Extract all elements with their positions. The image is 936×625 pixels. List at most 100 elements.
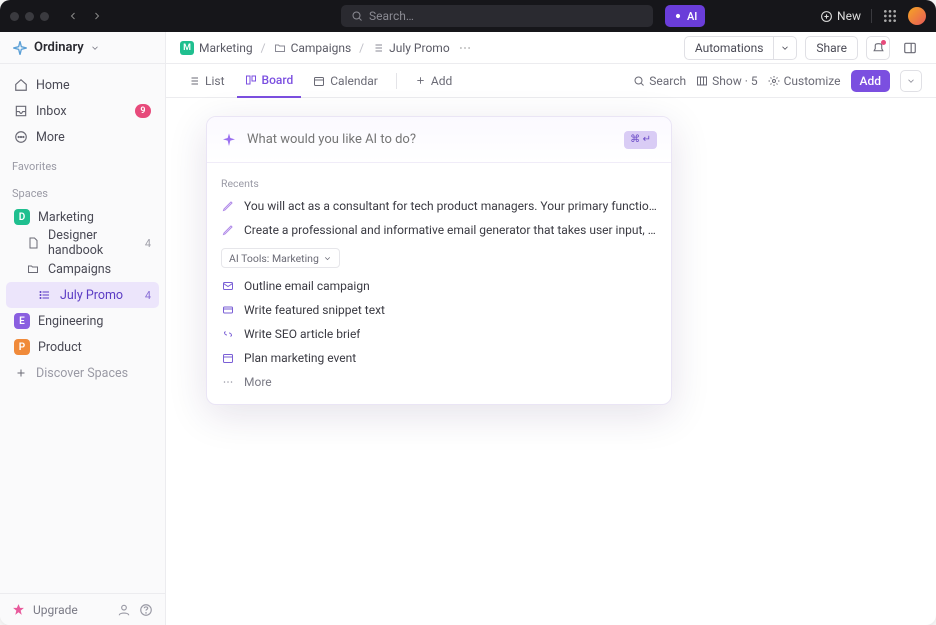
workspace-switcher[interactable]: Ordinary (0, 32, 165, 64)
more-horizontal-icon (221, 375, 235, 389)
upgrade-link[interactable]: Upgrade (33, 603, 78, 617)
recent-text: Create a professional and informative em… (244, 223, 657, 237)
breadcrumb-bar: M Marketing / Campaigns / July Promo Aut… (166, 32, 936, 64)
share-button[interactable]: Share (805, 36, 858, 60)
automations-label: Automations (695, 41, 764, 55)
automations-button[interactable]: Automations (684, 36, 774, 60)
user-icon[interactable] (117, 603, 131, 617)
recent-prompt[interactable]: Create a professional and informative em… (207, 218, 671, 242)
list-icon (38, 288, 52, 302)
more-horizontal-icon[interactable] (458, 41, 472, 55)
space-marketing[interactable]: D Marketing (6, 204, 159, 230)
view-tabs: List Board Calendar Add (166, 64, 936, 98)
breadcrumb-marketing[interactable]: M Marketing (180, 41, 253, 55)
tab-list[interactable]: List (180, 64, 233, 98)
inbox-icon (14, 104, 28, 118)
automations-button-group: Automations (684, 36, 798, 60)
space-product[interactable]: P Product (6, 334, 159, 360)
tab-add-view[interactable]: Add (407, 64, 460, 98)
ai-prompt-input[interactable] (247, 132, 614, 147)
panel-toggle-button[interactable] (898, 36, 922, 60)
ai-tool-item[interactable]: Write featured snippet text (207, 298, 671, 322)
chip-label: AI Tools: Marketing (229, 252, 319, 265)
discover-spaces[interactable]: Discover Spaces (6, 360, 159, 386)
tab-calendar[interactable]: Calendar (305, 64, 386, 98)
tab-label: Add (431, 74, 452, 88)
apps-grid-icon[interactable] (882, 8, 898, 24)
panel-icon (903, 41, 917, 55)
ai-button-label: AI (687, 10, 697, 23)
tab-label: List (205, 74, 225, 88)
add-task-dropdown[interactable] (900, 70, 922, 92)
customize-button[interactable]: Customize (768, 74, 841, 88)
new-button[interactable]: New (820, 9, 861, 23)
more-tools[interactable]: More (207, 370, 671, 394)
sidebar-more-label: More (36, 130, 65, 145)
recent-text: You will act as a consultant for tech pr… (244, 199, 657, 213)
space-label: Marketing (38, 210, 94, 225)
sidebar-more[interactable]: More (6, 124, 159, 150)
global-search[interactable]: Search… (341, 5, 653, 27)
space-badge: E (14, 313, 30, 329)
tool-label: Write SEO article brief (244, 327, 360, 341)
inbox-badge: 9 (135, 104, 151, 118)
plus-icon (415, 75, 426, 86)
chevron-down-icon (906, 76, 916, 86)
folder-icon (26, 262, 40, 276)
more-icon (14, 130, 28, 144)
plus-icon (14, 366, 28, 380)
sidebar-campaigns[interactable]: Campaigns (6, 256, 159, 282)
card-icon (221, 303, 235, 317)
breadcrumb-july-promo[interactable]: July Promo (372, 41, 450, 55)
discover-label: Discover Spaces (36, 366, 128, 381)
sidebar-designer-handbook[interactable]: Designer handbook 4 (6, 230, 159, 256)
tool-label: Write featured snippet text (244, 303, 385, 317)
item-count: 4 (145, 289, 151, 302)
gear-icon (768, 75, 780, 87)
item-count: 4 (145, 237, 151, 250)
breadcrumb-label: Campaigns (291, 41, 352, 55)
sparkle-icon (673, 11, 683, 21)
help-icon[interactable] (139, 603, 153, 617)
chevron-down-icon (323, 254, 332, 263)
nav-back-button[interactable] (63, 6, 83, 26)
ai-tool-item[interactable]: Plan marketing event (207, 346, 671, 370)
show-columns-button[interactable]: Show · 5 (696, 74, 757, 88)
breadcrumb-campaigns[interactable]: Campaigns (274, 41, 352, 55)
mail-icon (221, 279, 235, 293)
ai-tools-chip[interactable]: AI Tools: Marketing (221, 248, 340, 268)
spaces-section-label: Spaces (0, 177, 165, 204)
calendar-icon (221, 351, 235, 365)
keyboard-shortcut: ⌘ ↵ (624, 131, 657, 149)
ai-tool-item[interactable]: Outline email campaign (207, 274, 671, 298)
tab-label: Calendar (330, 74, 378, 88)
breadcrumb-label: July Promo (389, 41, 450, 55)
nav-forward-button[interactable] (87, 6, 107, 26)
doc-icon (26, 236, 40, 250)
board-icon (245, 74, 257, 86)
tab-label: Board (262, 73, 294, 87)
notifications-button[interactable] (866, 36, 890, 60)
favorites-section-label: Favorites (0, 150, 165, 177)
sidebar-inbox[interactable]: Inbox 9 (6, 98, 159, 124)
user-avatar[interactable] (908, 7, 926, 25)
sidebar-july-promo[interactable]: July Promo 4 (6, 282, 159, 308)
sidebar-home-label: Home (36, 78, 70, 93)
calendar-icon (313, 75, 325, 87)
new-button-label: New (837, 9, 861, 23)
chevron-down-icon (90, 43, 100, 53)
tab-board[interactable]: Board (237, 64, 302, 98)
columns-icon (696, 75, 708, 87)
space-engineering[interactable]: E Engineering (6, 308, 159, 334)
link-icon (221, 327, 235, 341)
item-label: Designer handbook (48, 228, 137, 258)
breadcrumb-label: Marketing (199, 41, 253, 55)
recent-prompt[interactable]: You will act as a consultant for tech pr… (207, 194, 671, 218)
ai-button[interactable]: AI (665, 5, 705, 27)
automations-dropdown[interactable] (773, 36, 797, 60)
sidebar-home[interactable]: Home (6, 72, 159, 98)
ai-tool-item[interactable]: Write SEO article brief (207, 322, 671, 346)
divider (871, 9, 872, 23)
search-view-button[interactable]: Search (633, 74, 686, 88)
add-task-button[interactable]: Add (851, 70, 890, 92)
